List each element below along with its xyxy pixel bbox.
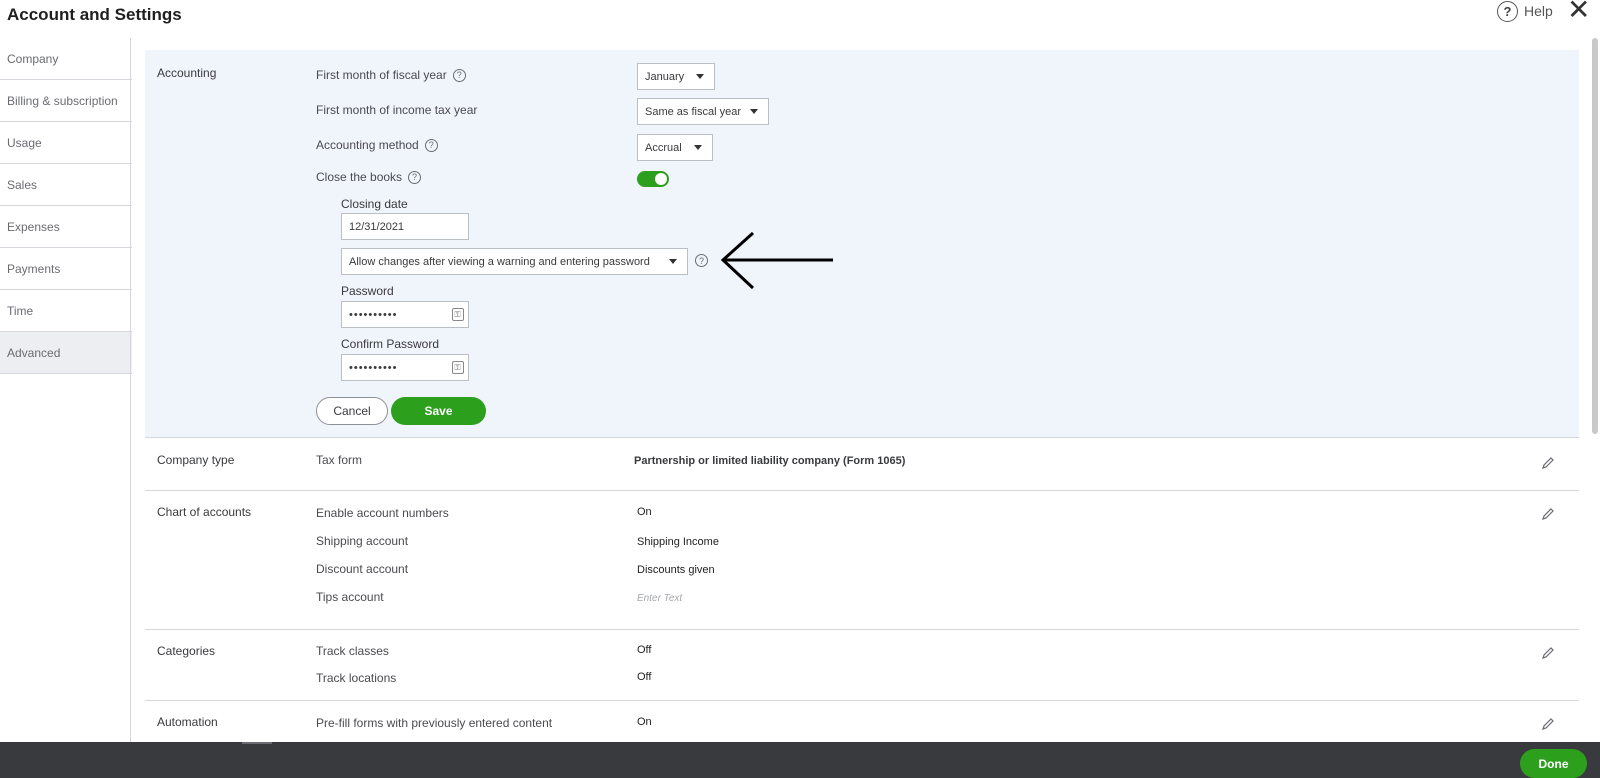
toggle-knob — [655, 173, 667, 185]
sidebar-item-time[interactable]: Time — [0, 290, 132, 332]
discount-account-value: Discounts given — [637, 564, 715, 576]
track-locations-value: Off — [637, 671, 652, 683]
account-numbers-label: Enable account numbers — [316, 506, 449, 520]
question-circle-icon[interactable]: ? — [408, 170, 422, 184]
row-divider — [145, 490, 1579, 491]
pencil-edit-icon[interactable] — [1541, 646, 1555, 660]
fiscal-year-label-text: First month of fiscal year — [316, 68, 447, 82]
row-divider — [145, 629, 1579, 630]
prefill-forms-label-text: Pre-fill forms with previously entered c… — [316, 716, 553, 730]
row-divider — [145, 700, 1579, 701]
pencil-edit-icon[interactable] — [1541, 507, 1555, 521]
shipping-account-label: Shipping account — [316, 534, 408, 548]
save-button[interactable]: Save — [391, 397, 486, 425]
income-tax-select[interactable]: Same as fiscal year — [637, 98, 769, 125]
accounting-method-select[interactable]: Accrual — [637, 134, 713, 161]
method-value: Accrual — [645, 141, 682, 154]
closing-date-value: 12/31/2021 — [349, 220, 405, 233]
password-key-icon[interactable]: ⚿ — [452, 308, 464, 321]
tips-account-placeholder: Enter Text — [637, 593, 683, 604]
closing-date-input[interactable]: 12/31/2021 — [341, 213, 469, 240]
footer-tab-indicator — [242, 742, 272, 744]
tax-form-label-text: Tax form — [316, 453, 363, 467]
sidebar-item-company[interactable]: Company — [0, 38, 132, 80]
prefill-forms-label: Pre-fill forms with previously entered c… — [316, 716, 552, 730]
close-books-label: Close the books ? — [316, 170, 422, 184]
close-books-toggle[interactable] — [637, 171, 669, 187]
help-link[interactable]: ? Help — [1497, 0, 1553, 22]
cancel-button[interactable]: Cancel — [316, 397, 388, 425]
closing-date-label: Closing date — [341, 197, 408, 211]
track-classes-value: Off — [637, 644, 652, 656]
confirm-password-value: •••••••••• — [349, 361, 398, 374]
confirm-password-input[interactable]: •••••••••• ⚿ — [341, 354, 469, 381]
income-tax-label-text: First month of income tax year — [316, 103, 478, 117]
income-tax-label: First month of income tax year — [316, 103, 477, 117]
method-label: Accounting method ? — [316, 138, 438, 152]
chart-of-accounts-section-label: Chart of accounts — [157, 505, 252, 519]
sidebar-item-usage[interactable]: Usage — [0, 122, 132, 164]
account-numbers-label-text: Enable account numbers — [316, 506, 449, 520]
sidebar-item-billing[interactable]: Billing & subscription — [0, 80, 132, 122]
sidebar-item-sales[interactable]: Sales — [0, 164, 132, 206]
method-label-text: Accounting method — [316, 138, 419, 152]
discount-account-label: Discount account — [316, 562, 408, 576]
fiscal-year-value: January — [645, 70, 685, 83]
password-input[interactable]: •••••••••• ⚿ — [341, 301, 469, 328]
vertical-scrollbar[interactable] — [1592, 38, 1598, 434]
question-circle-icon[interactable]: ? — [424, 138, 438, 152]
pencil-edit-icon[interactable] — [1541, 456, 1555, 470]
caret-down-icon — [669, 259, 677, 264]
categories-section-label: Categories — [157, 644, 216, 658]
caret-down-icon — [750, 109, 758, 114]
help-label: Help — [1524, 3, 1553, 19]
accounting-section-label: Accounting — [157, 66, 217, 80]
password-value: •••••••••• — [349, 308, 398, 321]
sidebar-divider — [130, 38, 131, 742]
income-tax-value: Same as fiscal year — [645, 105, 741, 118]
changes-option-value: Allow changes after viewing a warning an… — [349, 255, 650, 268]
footer-bar — [0, 742, 1600, 778]
prefill-forms-value: On — [637, 716, 652, 728]
track-locations-label: Track locations — [316, 671, 396, 685]
tax-form-value: Partnership or limited liability company… — [634, 455, 906, 467]
sidebar-item-advanced[interactable]: Advanced — [0, 332, 132, 374]
caret-down-icon — [696, 74, 704, 79]
settings-sidebar: Company Billing & subscription Usage Sal… — [0, 38, 132, 374]
track-locations-label-text: Track locations — [316, 671, 397, 685]
question-circle-icon[interactable]: ? — [452, 68, 466, 82]
sidebar-item-payments[interactable]: Payments — [0, 248, 132, 290]
done-button[interactable]: Done — [1520, 749, 1587, 778]
account-numbers-value: On — [637, 506, 652, 518]
track-classes-label-text: Track classes — [316, 644, 389, 658]
discount-account-label-text: Discount account — [316, 562, 409, 576]
shipping-account-label-text: Shipping account — [316, 534, 409, 548]
tips-account-label: Tips account — [316, 590, 384, 604]
tips-account-label-text: Tips account — [316, 590, 384, 604]
confirm-password-label: Confirm Password — [341, 337, 440, 351]
fiscal-year-label: First month of fiscal year ? — [316, 68, 466, 82]
closed-books-changes-select[interactable]: Allow changes after viewing a warning an… — [341, 248, 688, 275]
track-classes-label: Track classes — [316, 644, 389, 658]
sidebar-item-expenses[interactable]: Expenses — [0, 206, 132, 248]
password-label: Password — [341, 284, 394, 298]
tax-form-label: Tax form — [316, 453, 362, 467]
fiscal-year-select[interactable]: January — [637, 63, 715, 90]
automation-section-label: Automation — [157, 715, 218, 729]
caret-down-icon — [694, 145, 702, 150]
password-key-icon[interactable]: ⚿ — [452, 361, 464, 374]
question-circle-icon: ? — [1497, 0, 1518, 22]
close-books-label-text: Close the books — [316, 170, 403, 184]
question-circle-icon[interactable]: ? — [695, 254, 708, 267]
close-icon[interactable]: ✕ — [1567, 0, 1590, 24]
annotation-arrow-icon — [720, 231, 833, 290]
pencil-edit-icon[interactable] — [1541, 717, 1555, 731]
company-type-section-label: Company type — [157, 453, 235, 467]
shipping-account-value: Shipping Income — [637, 536, 719, 548]
page-title: Account and Settings — [7, 5, 182, 24]
